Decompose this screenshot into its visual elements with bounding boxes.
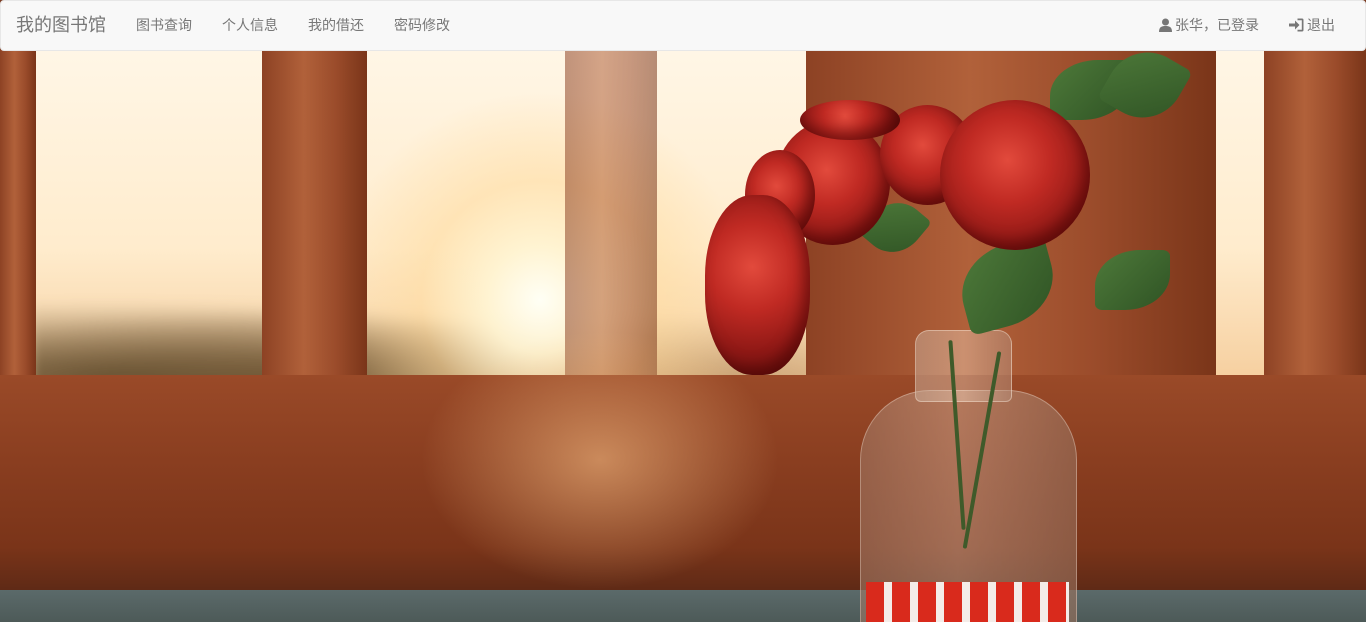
nav-item-book-search[interactable]: 图书查询	[121, 1, 207, 51]
vase-label	[866, 582, 1069, 622]
logout-link[interactable]: 退出	[1274, 1, 1350, 51]
user-status-label: 张华，已登录	[1175, 18, 1259, 34]
logout-label: 退出	[1307, 18, 1335, 34]
nav-item-change-password[interactable]: 密码修改	[379, 1, 465, 51]
user-status-link[interactable]: 张华，已登录	[1144, 1, 1274, 51]
fence-post	[262, 50, 367, 390]
user-icon	[1159, 3, 1172, 53]
rose	[705, 195, 810, 375]
table-surface	[0, 590, 1366, 622]
brand-link[interactable]: 我的图书馆	[16, 1, 106, 51]
rose	[800, 100, 900, 140]
fence-post	[1264, 50, 1366, 390]
rose	[940, 100, 1090, 250]
nav-item-my-borrowing[interactable]: 我的借还	[293, 1, 379, 51]
background-photo	[0, 50, 1366, 622]
nav-item-personal-info[interactable]: 个人信息	[207, 1, 293, 51]
rail-glow	[420, 330, 780, 590]
glass-vase	[860, 330, 1077, 622]
main-nav: 图书查询 个人信息 我的借还 密码修改	[121, 1, 465, 51]
fence-post	[0, 50, 36, 390]
log-in-icon	[1289, 3, 1304, 53]
user-nav: 张华，已登录 退出	[1144, 1, 1350, 51]
top-navbar: 我的图书馆 图书查询 个人信息 我的借还 密码修改 张华，已登录 退出	[0, 0, 1366, 51]
